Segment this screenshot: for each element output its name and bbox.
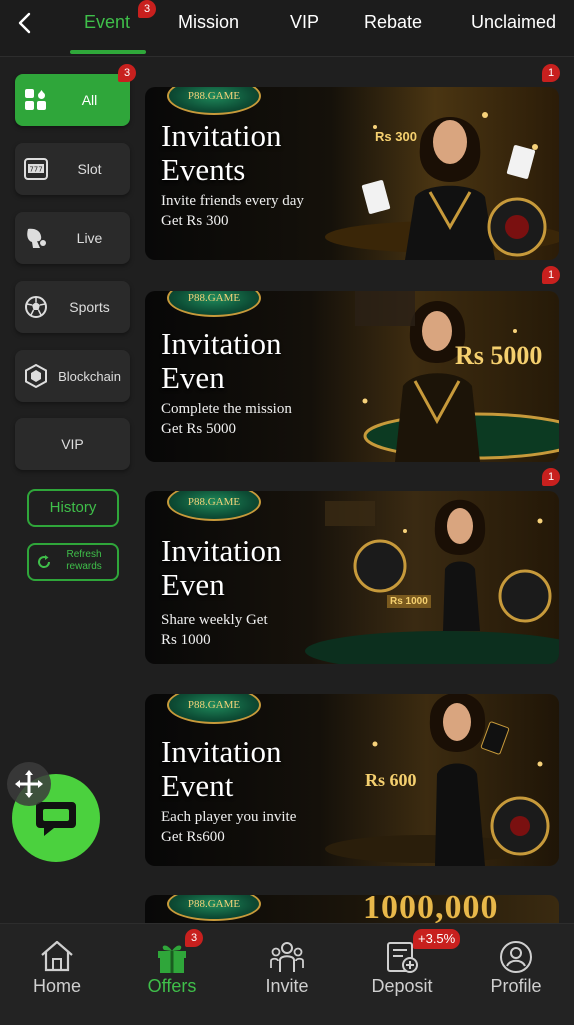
banner-subtitle: Share weekly Get Rs 1000 — [161, 612, 268, 648]
grid-icon — [23, 87, 49, 113]
sidebar-item-all[interactable]: All — [15, 74, 130, 126]
sidebar-item-live[interactable]: Live — [15, 212, 130, 264]
sidebar-item-label: Slot — [77, 161, 102, 177]
sidebar-item-sports[interactable]: Sports — [15, 281, 130, 333]
nav-label: Profile — [490, 976, 542, 996]
svg-text:777: 777 — [29, 166, 42, 174]
sidebar-item-slot[interactable]: 777 Slot — [15, 143, 130, 195]
banner-title: Invitation Event — [161, 734, 282, 803]
bottom-nav-bar — [0, 923, 574, 1025]
sidebar-item-label: All — [81, 92, 98, 108]
nav-label: Offers — [147, 976, 197, 996]
soccer-ball-icon — [23, 294, 49, 320]
active-tab-indicator — [70, 50, 146, 54]
history-button[interactable]: History — [27, 489, 119, 527]
banner-subtitle: Each player you invite Get Rs600 — [161, 809, 297, 845]
nav-label: Home — [32, 976, 81, 996]
banner-invitation-events-300[interactable]: Rs 300 P88.GAME Invitation Events Invite… — [145, 87, 559, 260]
banner-badge: 1 — [542, 64, 560, 82]
nav-label: Deposit — [371, 976, 433, 996]
banner-amount: Rs 5000 — [455, 341, 543, 370]
invite-people-icon — [270, 942, 304, 972]
banner-invitation-even-1000[interactable]: Rs 1000 P88.GAME Invitation Even Share w… — [145, 491, 559, 664]
banner-amount: 1000,000 — [363, 895, 499, 923]
sidebar-item-blockchain[interactable]: Blockchain — [15, 350, 130, 402]
sidebar-item-label: Live — [76, 230, 103, 246]
nav-label: Invite — [265, 976, 309, 996]
sidebar-item-label: Sports — [69, 299, 110, 315]
refresh-rewards-label: Refresh rewards — [66, 549, 102, 572]
sidebar-all-badge: 3 — [118, 64, 136, 82]
deposit-bonus-badge: +3.5% — [413, 929, 461, 949]
sidebar-item-vip[interactable]: VIP — [15, 418, 130, 470]
banner-title: Invitation Events — [161, 118, 282, 187]
tab-event[interactable]: Event — [84, 12, 130, 33]
top-tab-bar: Event 3 Mission VIP Rebate Unclaimed — [0, 0, 574, 57]
live-dealer-icon — [23, 225, 49, 251]
banner-amount: Rs 1000 — [387, 595, 431, 608]
sidebar-item-label: VIP — [61, 436, 84, 452]
refresh-rewards-button[interactable]: Refresh rewards — [27, 543, 119, 581]
tab-event-badge: 3 — [138, 0, 156, 18]
banner-subtitle: Complete the mission Get Rs 5000 — [161, 401, 292, 437]
banner-subtitle: Invite friends every day Get Rs 300 — [161, 193, 304, 229]
slot-machine-icon: 777 — [23, 156, 49, 182]
banner-amount: Rs 300 — [375, 129, 417, 144]
profile-icon — [500, 941, 532, 973]
move-arrows-icon — [15, 770, 43, 798]
home-icon — [41, 940, 73, 972]
p88-logo: P88.GAME — [167, 895, 261, 921]
banner-badge: 1 — [542, 266, 560, 284]
offers-badge: 3 — [185, 929, 203, 947]
cube-icon — [23, 363, 49, 389]
refresh-icon — [38, 555, 51, 568]
banner-badge: 1 — [542, 468, 560, 486]
banner-invitation-event-600[interactable]: Rs 600 P88.GAME Invitation Event Each pl… — [145, 694, 559, 866]
sidebar-item-label: Blockchain — [58, 368, 121, 384]
drag-handle[interactable] — [7, 762, 51, 806]
banner-partial[interactable]: P88.GAME 1000,000 — [145, 895, 559, 923]
banner-amount: Rs 600 — [365, 770, 417, 790]
banner-invitation-even-5000[interactable]: Rs 5000 P88.GAME Invitation Even Complet… — [145, 291, 559, 462]
gift-icon — [158, 945, 186, 973]
tab-unclaimed[interactable]: Unclaimed — [471, 12, 556, 33]
tab-rebate[interactable]: Rebate — [364, 12, 422, 33]
tab-mission[interactable]: Mission — [178, 12, 239, 33]
tab-vip[interactable]: VIP — [290, 12, 319, 33]
back-arrow-icon[interactable] — [14, 12, 36, 34]
banner-title: Invitation Even — [161, 326, 282, 395]
banner-title: Invitation Even — [161, 533, 282, 602]
